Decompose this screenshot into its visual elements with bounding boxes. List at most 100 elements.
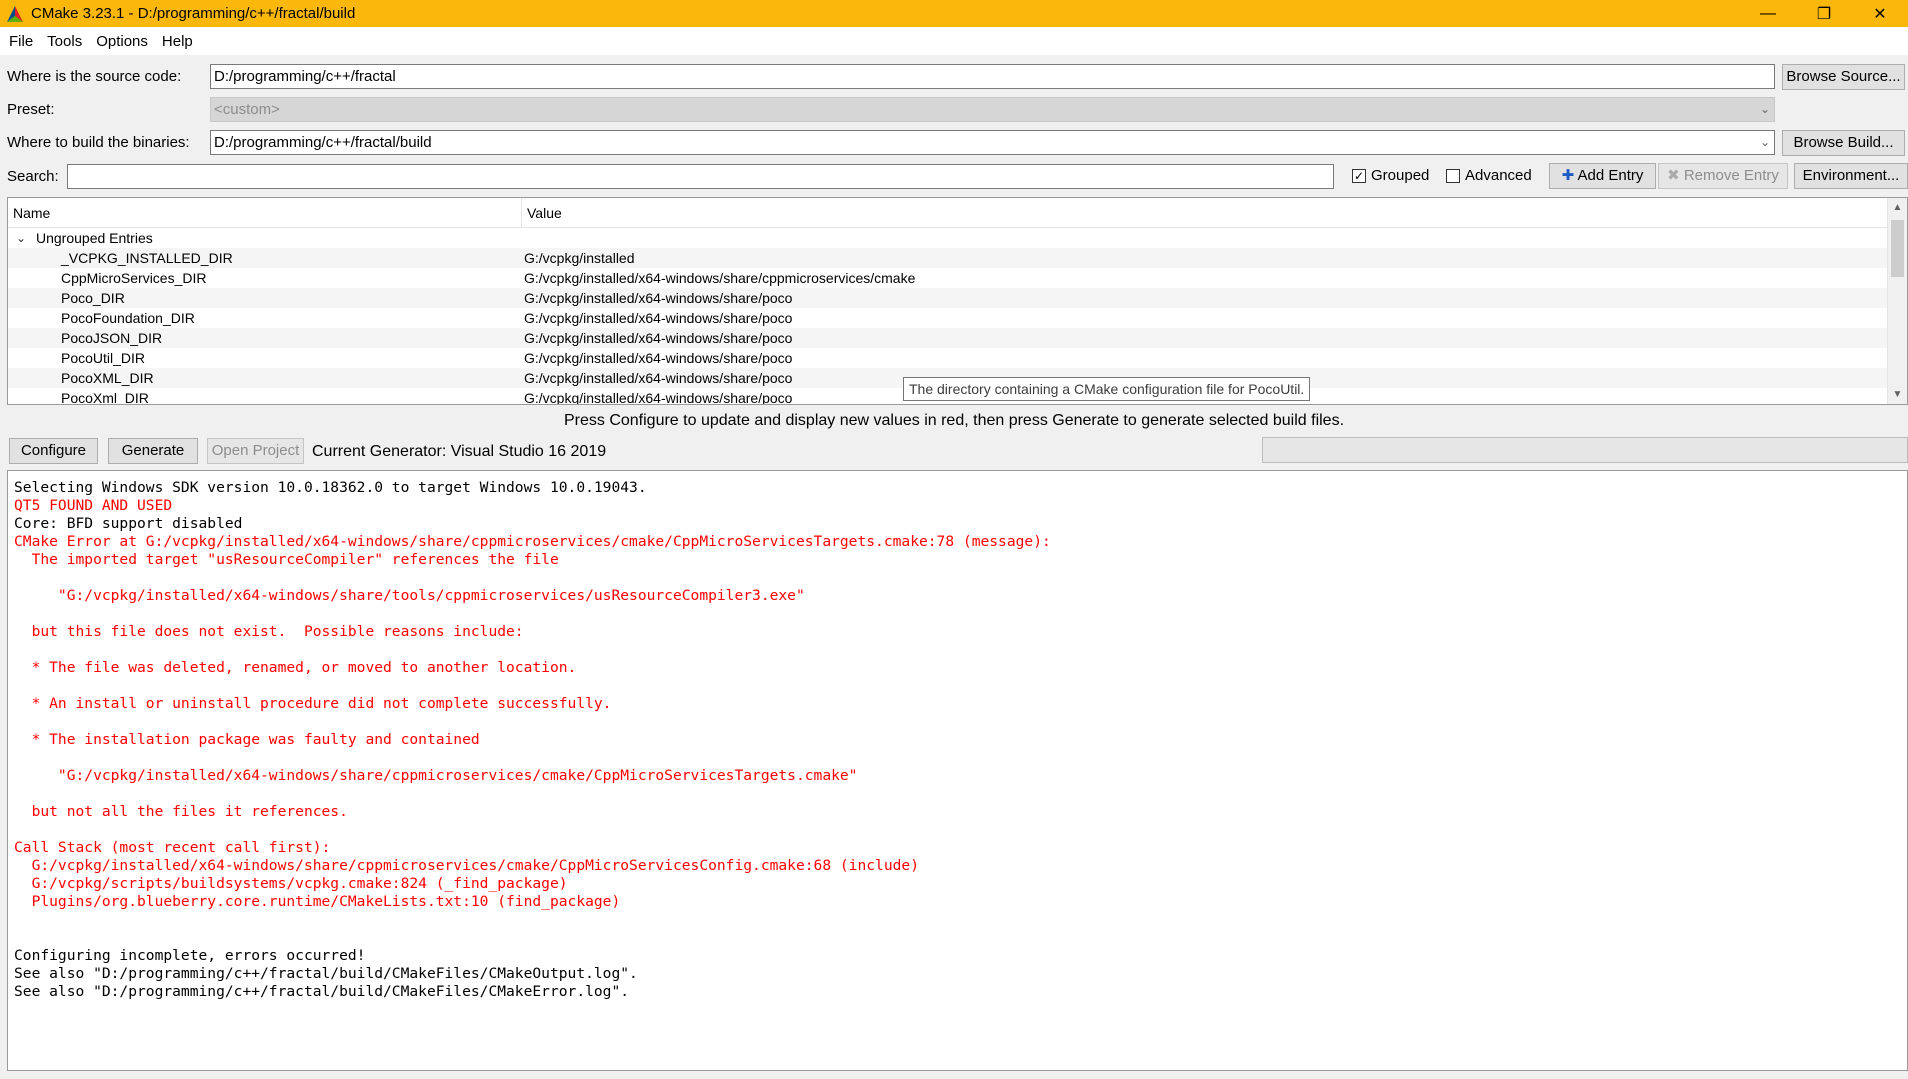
log-line: Call Stack (most recent call first):	[14, 839, 331, 856]
scrollbar-thumb[interactable]	[1891, 220, 1904, 277]
add-entry-label: Add Entry	[1577, 167, 1644, 184]
cell-value: G:/vcpkg/installed/x64-windows/share/poc…	[524, 390, 793, 405]
window-controls: — ❐ ✕	[1740, 0, 1908, 27]
grouped-checkbox[interactable]: ✓ Grouped	[1352, 167, 1429, 184]
environment-button[interactable]: Environment...	[1794, 163, 1908, 189]
empty-checkbox-icon	[1446, 168, 1460, 183]
configure-button[interactable]: Configure	[9, 438, 98, 464]
tooltip: The directory containing a CMake configu…	[903, 377, 1311, 401]
cell-name: PocoXML_DIR	[61, 370, 154, 386]
preset-label: Preset:	[7, 101, 55, 118]
cell-value: G:/vcpkg/installed/x64-windows/share/cpp…	[524, 270, 916, 286]
chevron-down-icon: ⌄	[1759, 102, 1770, 116]
column-header-value[interactable]: Value	[522, 198, 1888, 228]
cell-value: G:/vcpkg/installed/x64-windows/share/poc…	[524, 330, 793, 346]
open-project-button[interactable]: Open Project	[207, 438, 304, 464]
preset-value: <custom>	[214, 101, 280, 118]
table-row[interactable]: CppMicroServices_DIR G:/vcpkg/installed/…	[8, 268, 1888, 288]
cell-name: PocoFoundation_DIR	[61, 310, 195, 326]
cell-value: G:/vcpkg/installed/x64-windows/share/poc…	[524, 310, 793, 326]
title-bar: CMake 3.23.1 - D:/programming/c++/fracta…	[0, 0, 1908, 27]
log-line: The imported target "usResourceCompiler"…	[14, 551, 559, 568]
preset-select[interactable]: <custom> ⌄	[210, 97, 1775, 122]
cell-name: PocoJSON_DIR	[61, 330, 163, 346]
log-line: See also "D:/programming/c++/fractal/bui…	[14, 965, 638, 982]
cell-name: PocoXml_DIR	[61, 390, 149, 405]
status-strip	[0, 1071, 1908, 1079]
log-line: Configuring incomplete, errors occurred!	[14, 947, 366, 964]
table-row[interactable]: PocoFoundation_DIR G:/vcpkg/installed/x6…	[8, 308, 1888, 328]
log-line: Core: BFD support disabled	[14, 515, 243, 532]
table-header: Name Value	[8, 198, 1888, 228]
menu-help[interactable]: Help	[155, 33, 200, 50]
cmake-logo-icon	[7, 5, 23, 22]
cell-value: G:/vcpkg/installed	[524, 250, 635, 266]
log-line: * The file was deleted, renamed, or move…	[14, 659, 577, 676]
cell-value: G:/vcpkg/installed/x64-windows/share/poc…	[524, 370, 793, 386]
table-row[interactable]: Poco_DIR G:/vcpkg/installed/x64-windows/…	[8, 288, 1888, 308]
column-header-name[interactable]: Name	[8, 198, 522, 228]
table-row[interactable]: _VCPKG_INSTALLED_DIR G:/vcpkg/installed	[8, 248, 1888, 268]
grouped-label: Grouped	[1371, 167, 1430, 184]
log-line: CMake Error at G:/vcpkg/installed/x64-wi…	[14, 533, 1051, 550]
current-generator: Current Generator: Visual Studio 16 2019	[312, 443, 607, 460]
log-line: G:/vcpkg/scripts/buildsystems/vcpkg.cmak…	[14, 875, 568, 892]
table-scrollbar[interactable]: ▲ ▼	[1887, 198, 1907, 404]
scroll-up-icon[interactable]: ▲	[1888, 202, 1907, 213]
cache-table[interactable]: Name Value ⌄ Ungrouped Entries _VCPKG_IN…	[7, 197, 1908, 405]
cell-name: PocoUtil_DIR	[61, 350, 146, 366]
table-row[interactable]: PocoUtil_DIR G:/vcpkg/installed/x64-wind…	[8, 348, 1888, 368]
minimize-button[interactable]: —	[1740, 0, 1796, 27]
browse-source-button[interactable]: Browse Source...	[1782, 64, 1905, 90]
log-line: "G:/vcpkg/installed/x64-windows/share/cp…	[14, 767, 858, 784]
cell-name: Poco_DIR	[61, 290, 125, 306]
log-line: * The installation package was faulty an…	[14, 731, 480, 748]
output-log[interactable]: Selecting Windows SDK version 10.0.18362…	[7, 470, 1908, 1071]
check-icon: ✓	[1352, 168, 1366, 183]
log-line: G:/vcpkg/installed/x64-windows/share/cpp…	[14, 857, 919, 874]
remove-entry-button[interactable]: ✖ Remove Entry	[1658, 163, 1788, 189]
menu-tools[interactable]: Tools	[40, 33, 89, 50]
menu-options[interactable]: Options	[89, 33, 155, 50]
log-line: but this file does not exist. Possible r…	[14, 623, 524, 640]
configure-hint: Press Configure to update and display ne…	[563, 412, 1345, 429]
close-button[interactable]: ✕	[1852, 0, 1908, 27]
cell-value: G:/vcpkg/installed/x64-windows/share/poc…	[524, 350, 793, 366]
log-line: Plugins/org.blueberry.core.runtime/CMake…	[14, 893, 621, 910]
build-dir-value: D:/programming/c++/fractal/build	[214, 134, 432, 151]
log-line: QT5 FOUND AND USED	[14, 497, 173, 514]
progress-bar	[1262, 437, 1908, 463]
menu-bar: File Tools Options Help	[0, 27, 1908, 55]
build-label: Where to build the binaries:	[7, 134, 190, 151]
cell-name: CppMicroServices_DIR	[61, 270, 207, 286]
scroll-down-icon[interactable]: ▼	[1888, 389, 1907, 400]
cell-value: G:/vcpkg/installed/x64-windows/share/poc…	[524, 290, 793, 306]
menu-file[interactable]: File	[2, 33, 40, 50]
build-dir-select[interactable]: D:/programming/c++/fractal/build ⌄	[210, 130, 1775, 155]
cell-name: _VCPKG_INSTALLED_DIR	[61, 250, 233, 266]
window-title: CMake 3.23.1 - D:/programming/c++/fracta…	[31, 5, 356, 22]
search-label: Search:	[7, 168, 59, 185]
source-input[interactable]: D:/programming/c++/fractal	[210, 64, 1775, 89]
restore-button[interactable]: ❐	[1796, 0, 1852, 27]
chevron-down-icon[interactable]: ⌄	[16, 228, 30, 248]
advanced-checkbox[interactable]: Advanced	[1446, 167, 1532, 184]
log-line: "G:/vcpkg/installed/x64-windows/share/to…	[14, 587, 805, 604]
source-label: Where is the source code:	[7, 68, 182, 85]
log-line: Selecting Windows SDK version 10.0.18362…	[14, 479, 647, 496]
generate-button[interactable]: Generate	[108, 438, 198, 464]
chevron-down-icon: ⌄	[1759, 135, 1770, 149]
advanced-label: Advanced	[1465, 167, 1532, 184]
add-entry-button[interactable]: ✚ Add Entry	[1549, 163, 1656, 189]
table-row[interactable]: PocoJSON_DIR G:/vcpkg/installed/x64-wind…	[8, 328, 1888, 348]
browse-build-button[interactable]: Browse Build...	[1782, 130, 1905, 156]
search-input[interactable]	[67, 164, 1334, 189]
